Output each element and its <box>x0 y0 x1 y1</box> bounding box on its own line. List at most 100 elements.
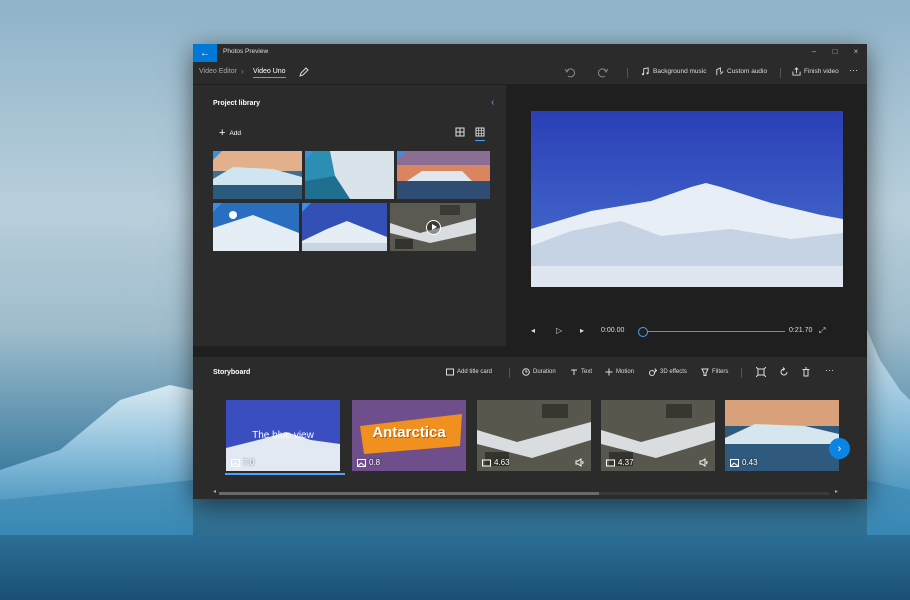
selected-corner-marker <box>213 203 222 212</box>
storyboard-clip[interactable]: 4.63 <box>477 400 591 471</box>
duration-button[interactable]: Duration <box>522 368 556 376</box>
clip-duration-value: 4.37 <box>618 458 634 467</box>
selected-clip-indicator <box>225 473 345 475</box>
3d-effects-button[interactable]: 3D effects <box>649 368 687 376</box>
minimize-button[interactable]: – <box>807 47 821 56</box>
fullscreen-icon[interactable]: ⤢ <box>819 326 825 336</box>
image-clip-icon <box>357 458 366 467</box>
rotate-icon[interactable] <box>779 367 789 377</box>
play-video-icon <box>426 220 441 235</box>
trash-icon[interactable] <box>801 367 811 377</box>
redo-icon[interactable] <box>597 66 609 78</box>
back-button[interactable]: ← <box>193 44 217 62</box>
custom-audio-icon <box>716 67 724 76</box>
ice-wall-closeup-image <box>305 151 394 199</box>
storyboard-scrollbar[interactable] <box>219 492 829 495</box>
iceberg-reflection-image <box>213 151 302 199</box>
resize-icon[interactable] <box>756 367 766 377</box>
storyboard-panel: Storyboard Add title card Duration Text … <box>193 357 867 499</box>
view-selected-indicator <box>475 140 485 141</box>
storyboard-next-button[interactable]: › <box>829 438 850 459</box>
command-bar: Video Editor › Video Uno Background musi… <box>193 62 867 85</box>
toolbar-divider <box>741 368 742 378</box>
selected-corner-marker <box>305 151 314 160</box>
maximize-button[interactable]: □ <box>828 47 842 56</box>
clip-overlay-text: The blue view <box>252 430 314 441</box>
toolbar-divider <box>627 68 628 78</box>
toolbar-divider <box>509 368 510 378</box>
finish-video-label: Finish video <box>804 68 839 75</box>
storyboard-clip[interactable]: 0.43 <box>725 400 839 471</box>
play-button[interactable]: ▷ <box>556 326 562 335</box>
storyboard-clip[interactable]: 4.37 <box>601 400 715 471</box>
motion-button[interactable]: Motion <box>605 368 634 376</box>
project-library-title: Project library <box>213 100 261 107</box>
title-card-icon <box>446 368 454 376</box>
clip-duration: 0.43 <box>730 458 758 467</box>
filters-icon <box>701 368 709 376</box>
text-label: Text <box>581 369 593 375</box>
background-music-button[interactable]: Background music <box>641 67 706 76</box>
finish-video-button[interactable]: Finish video <box>792 67 839 76</box>
volume-icon[interactable] <box>699 458 709 467</box>
library-thumbnail[interactable] <box>305 151 394 199</box>
clock-icon <box>522 368 530 376</box>
wallpaper-sea <box>0 535 910 600</box>
breadcrumb-video-editor[interactable]: Video Editor <box>199 68 237 75</box>
library-thumbnail[interactable] <box>302 203 387 251</box>
export-icon <box>792 67 801 76</box>
more-options-button[interactable]: ··· <box>849 65 858 75</box>
close-button[interactable]: × <box>849 47 863 56</box>
previous-frame-button[interactable]: ◂ <box>531 326 535 335</box>
large-grid-view-icon[interactable] <box>455 127 465 137</box>
library-thumbnail[interactable] <box>397 151 490 199</box>
app-title: Photos Preview <box>223 48 269 55</box>
seek-bar[interactable] <box>642 331 785 332</box>
storyboard-more-button[interactable]: ··· <box>825 365 834 375</box>
scroll-left-arrow[interactable]: ◂ <box>213 488 216 495</box>
clip-duration: 0.8 <box>357 458 380 467</box>
pencil-icon[interactable] <box>298 66 310 78</box>
undo-icon[interactable] <box>564 66 576 78</box>
back-arrow-icon: ← <box>200 47 210 59</box>
text-button[interactable]: Text <box>570 368 592 376</box>
breadcrumb-project-name[interactable]: Video Uno <box>253 68 286 78</box>
clip-overlay-text: Antarctica <box>372 424 446 441</box>
snow-slope-sun-image <box>213 203 299 251</box>
next-frame-button[interactable]: ▸ <box>580 326 584 335</box>
image-clip-icon <box>730 458 739 467</box>
music-note-icon <box>641 67 649 76</box>
video-clip-icon <box>606 459 615 466</box>
seek-knob[interactable] <box>638 327 648 337</box>
total-time: 0:21.70 <box>789 327 813 334</box>
text-icon <box>571 369 577 375</box>
filters-button[interactable]: Filters <box>701 368 728 376</box>
video-preview-panel: ◂ ▷ ▸ 0:00.00 0:21.70 ⤢ <box>506 85 867 346</box>
chevron-right-icon: › <box>837 442 842 455</box>
chevron-left-icon[interactable]: ‹ <box>491 97 494 108</box>
library-thumbnail[interactable] <box>213 151 302 199</box>
volume-icon[interactable] <box>575 458 585 467</box>
small-grid-view-icon[interactable] <box>475 127 485 137</box>
library-thumbnail[interactable] <box>213 203 299 251</box>
filters-label: Filters <box>712 369 729 375</box>
clip-duration-value: 0.8 <box>369 458 381 467</box>
iceberg-sunset-image <box>397 151 490 199</box>
storyboard-clip[interactable]: The blue view 7.0 <box>226 400 340 471</box>
clip-duration: 7.0 <box>231 458 254 467</box>
image-clip-icon <box>231 458 240 467</box>
scrollbar-thumb[interactable] <box>219 492 599 495</box>
breadcrumb-separator: › <box>241 67 244 76</box>
storyboard-title: Storyboard <box>213 369 251 376</box>
clip-duration-value: 7.0 <box>243 458 255 467</box>
custom-audio-button[interactable]: Custom audio <box>715 67 767 76</box>
custom-audio-label: Custom audio <box>727 68 768 75</box>
add-title-card-button[interactable]: Add title card <box>446 368 492 376</box>
scroll-right-arrow[interactable]: ▸ <box>835 488 838 495</box>
storyboard-clip[interactable]: Antarctica 0.8 <box>352 400 466 471</box>
preview-frame-mountain <box>531 111 843 287</box>
library-thumbnail[interactable] <box>390 203 476 251</box>
title-bar: ← Photos Preview – □ × <box>193 44 867 62</box>
selected-corner-marker <box>302 203 311 212</box>
add-media-button[interactable]: + Add <box>219 127 241 139</box>
